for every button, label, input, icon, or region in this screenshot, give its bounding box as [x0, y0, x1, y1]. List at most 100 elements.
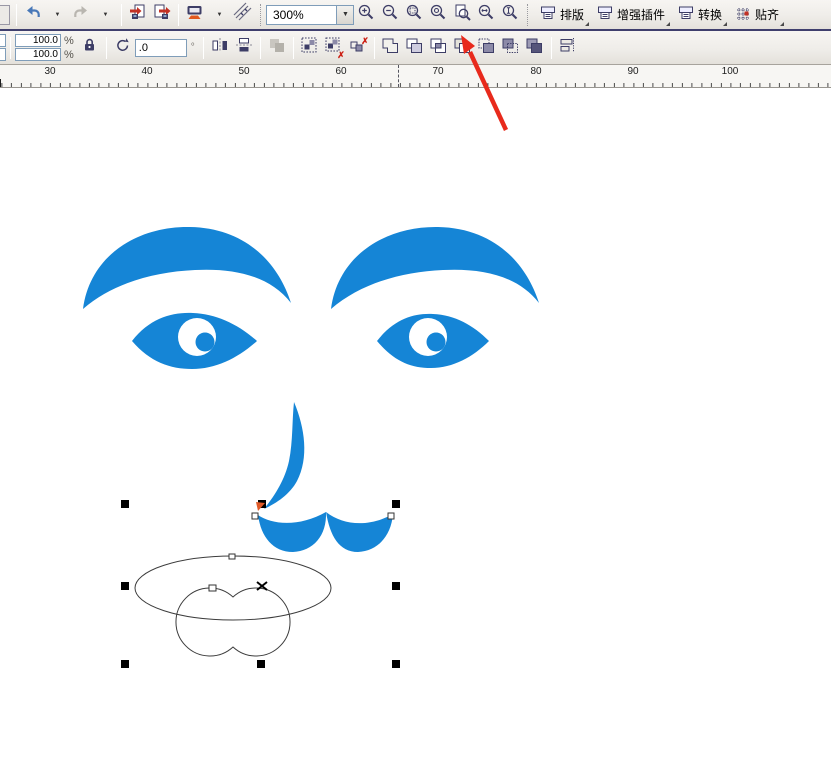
mirror-vertical-icon	[234, 36, 254, 59]
ruler-label: 70	[432, 66, 443, 77]
undo-dropdown[interactable]: ▼	[45, 3, 69, 27]
disabled-duplicate-icon	[267, 36, 287, 59]
percent-label: %	[64, 35, 74, 47]
chevron-down-icon: ▼	[55, 12, 61, 18]
create-boundary-icon	[524, 36, 545, 60]
export-button[interactable]	[150, 3, 174, 27]
weld-button[interactable]	[379, 36, 403, 60]
zoom-to-page-width-icon	[477, 3, 496, 27]
rotate-button[interactable]	[111, 36, 135, 60]
separator	[551, 37, 552, 59]
ruler-label: 30	[44, 66, 55, 77]
separator	[106, 37, 107, 59]
view-mode-button[interactable]	[183, 3, 207, 27]
zoom-out-icon	[381, 3, 400, 27]
zoom-to-selection-icon	[405, 3, 424, 27]
chevron-down-icon: ▼	[103, 12, 109, 18]
separator	[10, 37, 11, 59]
zoom-in-button[interactable]	[354, 3, 378, 27]
separator	[527, 4, 528, 26]
horizontal-ruler[interactable]: 30 40 50 60 70 80 90 100	[0, 65, 831, 88]
ruler-label: 90	[627, 66, 638, 77]
zoom-to-all-objects-button[interactable]	[426, 3, 450, 27]
scale-vertical-field[interactable]	[15, 48, 61, 61]
apply-to-duplicate-button-disabled	[265, 36, 289, 60]
layout-menu-label: 排版	[560, 6, 584, 23]
import-button[interactable]	[126, 3, 150, 27]
ungroup-all-button[interactable]: ✗	[346, 36, 370, 60]
ruler-label: 100	[722, 66, 739, 77]
simplify-button[interactable]	[451, 36, 475, 60]
zoom-level-combobox[interactable]: 300% ▼	[266, 5, 354, 25]
rotation-angle-field[interactable]	[135, 39, 187, 57]
ruler-cursor-position-line	[398, 65, 399, 87]
separator	[260, 4, 261, 26]
separator	[260, 37, 261, 59]
dynamic-guides-button[interactable]	[231, 3, 255, 27]
undo-button[interactable]	[21, 3, 45, 27]
intersect-icon	[428, 36, 449, 60]
property-bar: % % ° ✗ ✗	[0, 31, 831, 65]
mirror-horizontal-button[interactable]	[208, 36, 232, 60]
layout-menu-button[interactable]: 排版	[533, 2, 590, 28]
back-minus-front-button[interactable]	[499, 36, 523, 60]
separator	[293, 37, 294, 59]
zoom-to-page-width-button[interactable]	[474, 3, 498, 27]
zoom-out-button[interactable]	[378, 3, 402, 27]
group-button[interactable]	[298, 36, 322, 60]
create-boundary-button[interactable]	[523, 36, 547, 60]
group-icon	[299, 35, 320, 60]
chevron-down-icon: ▼	[342, 11, 349, 18]
separator	[16, 4, 17, 26]
wrap-text-icon	[558, 36, 578, 59]
plugins-menu-button[interactable]: 增强插件	[590, 2, 671, 28]
mirror-horizontal-icon	[210, 36, 230, 59]
redo-dropdown[interactable]: ▼	[93, 3, 117, 27]
red-cross-icon: ✗	[337, 51, 345, 59]
zoom-to-page-height-icon	[501, 3, 520, 27]
clipped-position-fields	[0, 34, 6, 61]
wrap-paragraph-text-button[interactable]	[556, 36, 580, 60]
back-minus-front-icon	[500, 36, 521, 60]
convert-icon	[677, 4, 695, 25]
convert-menu-label: 转换	[698, 6, 722, 23]
undo-icon	[24, 3, 42, 26]
redo-button[interactable]	[69, 3, 93, 27]
ruler-label: 60	[335, 66, 346, 77]
ungroup-button[interactable]: ✗	[322, 36, 346, 60]
clipped-field[interactable]	[0, 48, 6, 61]
ruler-label: 50	[238, 66, 249, 77]
display-mode-icon	[185, 3, 205, 26]
zoom-to-selection-button[interactable]	[402, 3, 426, 27]
percent-label: %	[64, 49, 74, 61]
layout-icon	[539, 4, 557, 25]
front-minus-back-button[interactable]	[475, 36, 499, 60]
mirror-vertical-button[interactable]	[232, 36, 256, 60]
separator	[203, 37, 204, 59]
intersect-button[interactable]	[427, 36, 451, 60]
drawing-canvas[interactable]	[0, 88, 831, 763]
separator	[121, 4, 122, 26]
standard-toolbar: ▼ ▼ ▼ 300% ▼	[0, 0, 831, 31]
plugins-menu-label: 增强插件	[617, 6, 665, 23]
ruler-minor-ticks	[0, 83, 831, 87]
ruler-label: 80	[530, 66, 541, 77]
zoom-to-page-button[interactable]	[450, 3, 474, 27]
separator	[374, 37, 375, 59]
plugins-icon	[596, 4, 614, 25]
trim-icon	[404, 36, 425, 60]
import-icon	[128, 3, 148, 26]
snap-menu-button[interactable]: 贴齐	[728, 2, 785, 28]
view-mode-dropdown[interactable]: ▼	[207, 3, 231, 27]
zoom-to-page-height-button[interactable]	[498, 3, 522, 27]
redo-icon	[72, 3, 90, 26]
lock-ratio-button[interactable]	[78, 36, 102, 60]
zoom-combobox-dropdown[interactable]: ▼	[336, 6, 353, 24]
red-cross-icon: ✗	[361, 37, 369, 45]
convert-menu-button[interactable]: 转换	[671, 2, 728, 28]
zoom-to-page-icon	[453, 3, 472, 27]
degree-label: °	[191, 42, 195, 53]
scale-horizontal-field[interactable]	[15, 34, 61, 47]
trim-button[interactable]	[403, 36, 427, 60]
clipped-field[interactable]	[0, 34, 6, 47]
